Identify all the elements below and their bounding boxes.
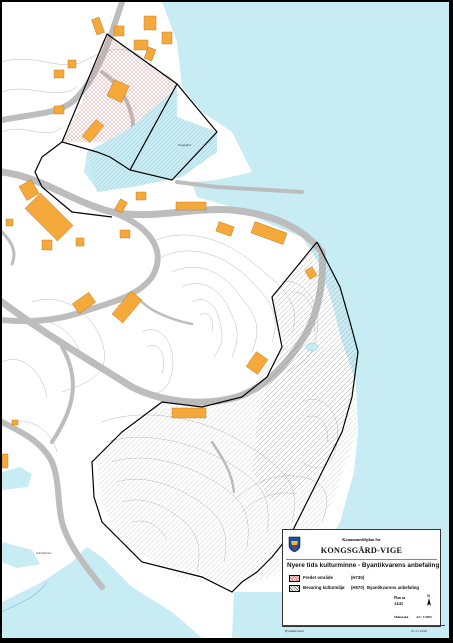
scale-value: A3= 1:5000 — [416, 615, 432, 619]
legend-item-code: (H730) — [351, 575, 365, 580]
svg-text:N: N — [427, 594, 430, 598]
north-arrow-icon: N — [427, 594, 431, 606]
diagonal-hatch-swatch — [289, 585, 300, 592]
legend-panel: Kommunedelplan for KONGSGÅRD-VIGE Nyere … — [282, 529, 441, 627]
legend-subtitle: Nyere tids kulturminne - Byantikvarens a… — [287, 562, 440, 569]
plan-label: Kommunedelplan for — [342, 537, 381, 542]
footer-date: 01.11.2016 — [411, 629, 427, 633]
plan-number: 1441 — [394, 601, 404, 606]
map-label-a: Kongsgård — [178, 144, 191, 147]
legend-item-code: (H570) — [351, 585, 365, 590]
crosshatch-swatch — [289, 575, 300, 582]
map-label-b: Grimsholmen — [36, 552, 52, 555]
footer-bar: Byantikvaren 01.11.2016 — [282, 625, 445, 638]
plan-number-label: Plan nr — [394, 596, 406, 600]
legend-item-note: Byantikvarens anbefaling — [367, 585, 420, 590]
map-canvas[interactable]: Kongsgård Grimsholmen Kommunedelplan for… — [2, 2, 449, 638]
legend-item-label: Bevaring kulturmiljø — [303, 585, 345, 590]
map-markers — [305, 342, 319, 352]
scale-label: Målestokk — [394, 615, 409, 619]
plan-title: KONGSGÅRD-VIGE — [320, 546, 403, 555]
legend-item-label: Fredet område — [303, 575, 333, 580]
legend-divider — [286, 559, 437, 560]
footer-author: Byantikvaren — [285, 629, 304, 633]
map-sheet: Kongsgård Grimsholmen Kommunedelplan for… — [0, 0, 453, 643]
